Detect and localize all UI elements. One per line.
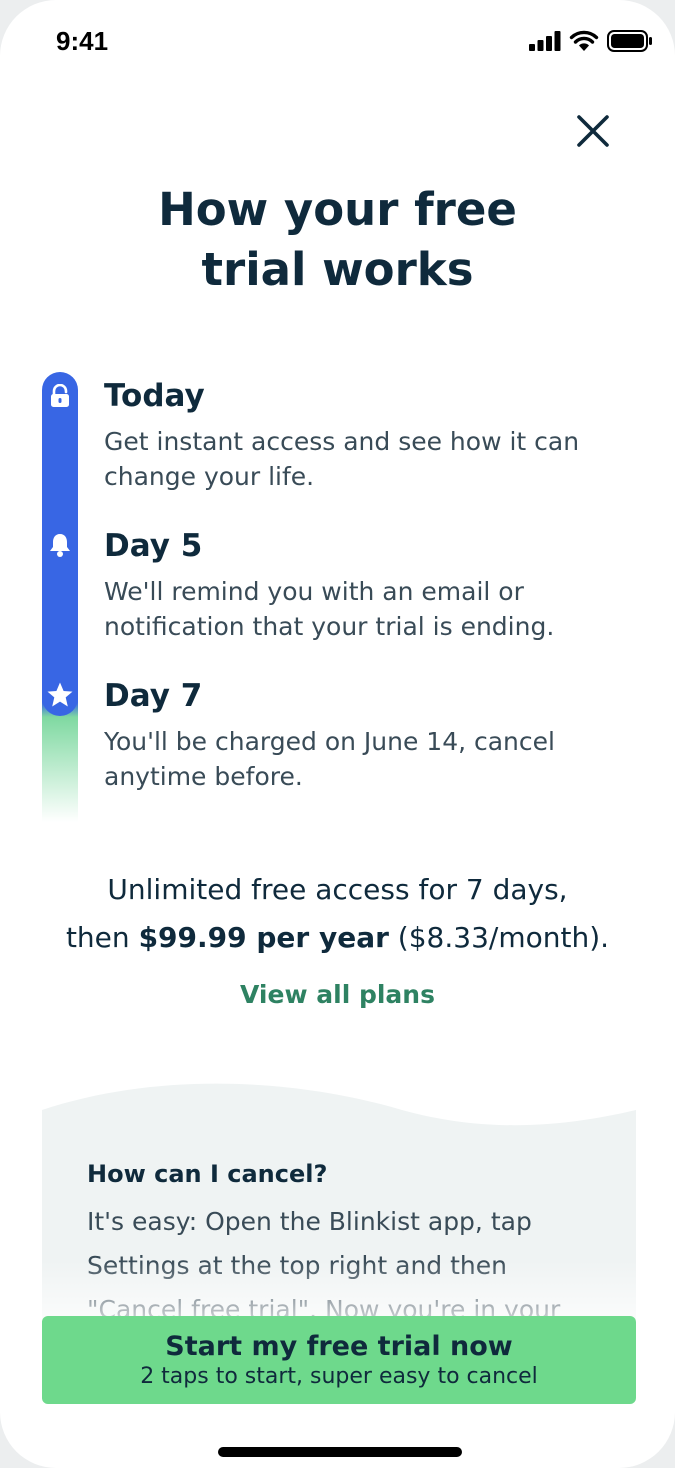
timeline-step-today: Today Get instant access and see how it … bbox=[104, 376, 644, 494]
cta-title: Start my free trial now bbox=[165, 1331, 513, 1362]
status-icons bbox=[529, 30, 653, 52]
pricing-line-2: then $99.99 per year ($8.33/month). bbox=[0, 914, 675, 962]
page-title-line-1: How your free bbox=[158, 183, 517, 236]
star-icon bbox=[42, 677, 78, 713]
lock-icon bbox=[42, 378, 78, 414]
wifi-icon bbox=[569, 30, 599, 51]
close-icon bbox=[577, 115, 609, 147]
timeline-track bbox=[42, 372, 78, 822]
pricing-line-1: Unlimited free access for 7 days, bbox=[107, 873, 568, 906]
view-all-plans-link[interactable]: View all plans bbox=[0, 980, 675, 1009]
pricing-price: $99.99 per year bbox=[138, 921, 389, 954]
step-description: You'll be charged on June 14, cancel any… bbox=[104, 727, 555, 791]
step-title: Day 7 bbox=[104, 678, 203, 714]
start-free-trial-button[interactable]: Start my free trial now 2 taps to start,… bbox=[42, 1316, 636, 1404]
step-title: Day 5 bbox=[104, 528, 203, 564]
cta-subtitle: 2 taps to start, super easy to cancel bbox=[140, 1364, 538, 1389]
faq-title: How can I cancel? bbox=[87, 1160, 328, 1188]
page-title-line-2: trial works bbox=[201, 243, 474, 296]
cellular-signal-icon bbox=[529, 31, 561, 51]
timeline-step-day-5: Day 5 We'll remind you with an email or … bbox=[104, 526, 644, 644]
cancel-faq-card: How can I cancel? It's easy: Open the Bl… bbox=[42, 1080, 636, 1340]
step-description: Get instant access and see how it can ch… bbox=[104, 427, 580, 491]
timeline-step-day-7: Day 7 You'll be charged on June 14, canc… bbox=[104, 676, 644, 794]
step-title: Today bbox=[104, 378, 205, 414]
phone-screen: 9:41 How your free trial works Today Get… bbox=[0, 0, 675, 1468]
home-indicator[interactable] bbox=[218, 1447, 462, 1457]
status-bar: 9:41 bbox=[0, 0, 675, 84]
status-time: 9:41 bbox=[56, 26, 109, 56]
pricing-summary: Unlimited free access for 7 days, then $… bbox=[0, 866, 675, 962]
battery-icon bbox=[607, 30, 652, 52]
bell-icon bbox=[42, 527, 78, 563]
page-title: How your free trial works bbox=[0, 180, 675, 300]
step-description: We'll remind you with an email or notifi… bbox=[104, 577, 555, 641]
close-button[interactable] bbox=[570, 108, 616, 154]
pricing-prefix: then bbox=[65, 921, 139, 954]
pricing-suffix: ($8.33/month). bbox=[388, 921, 610, 954]
